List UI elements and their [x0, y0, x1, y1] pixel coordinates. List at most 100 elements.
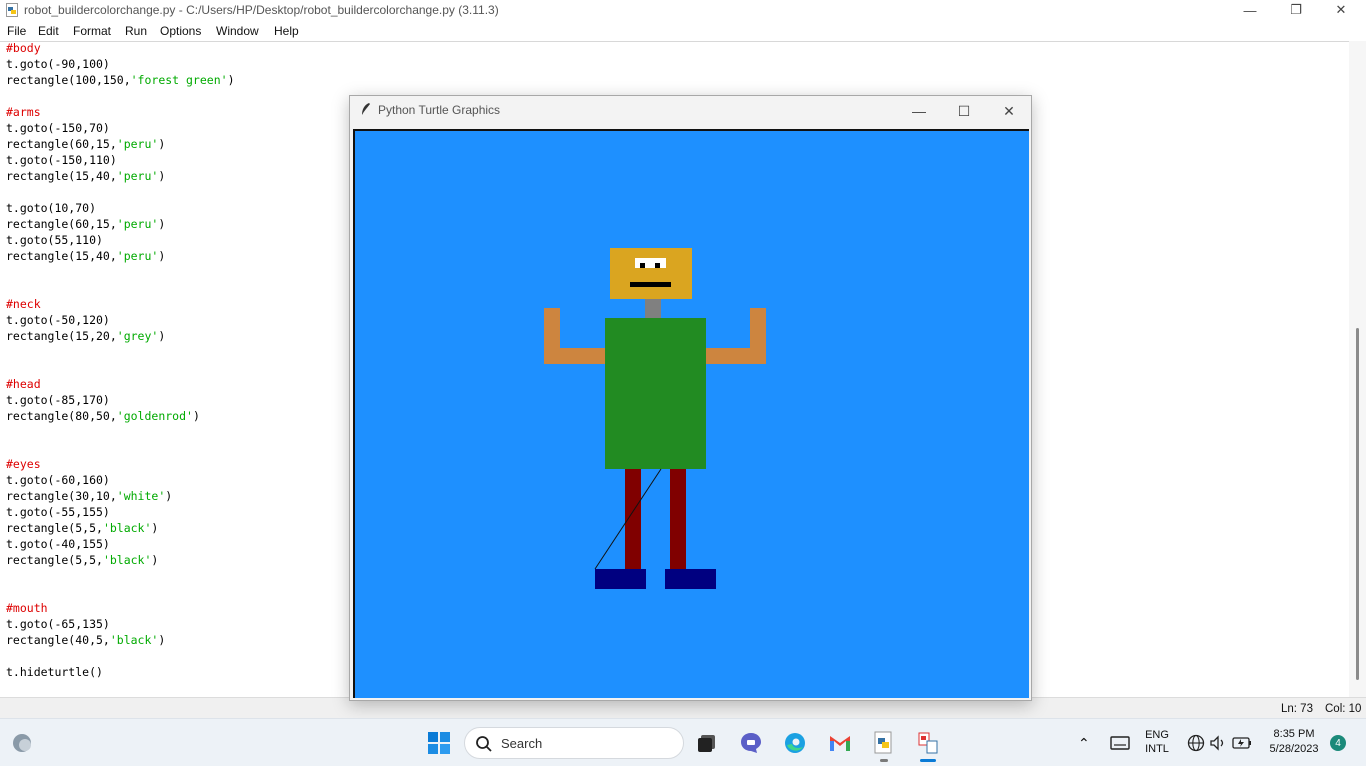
- close-button[interactable]: ✕: [1318, 0, 1364, 20]
- clock-date: 5/28/2023: [1269, 743, 1319, 755]
- code-string: 'peru': [116, 249, 159, 263]
- code-text: t.goto(-40,155): [6, 537, 110, 551]
- chat-icon[interactable]: [737, 729, 765, 757]
- keyboard-icon[interactable]: [1106, 729, 1134, 757]
- menu-edit[interactable]: Edit: [38, 24, 59, 38]
- code-text: t.goto(-150,110): [6, 153, 117, 167]
- menu-options[interactable]: Options: [160, 24, 201, 38]
- code-string: 'peru': [116, 137, 159, 151]
- code-line: t.goto(55,110): [6, 232, 103, 248]
- code-line: t.goto(-150,110): [6, 152, 117, 168]
- code-line: rectangle(15,40,'peru'): [6, 248, 165, 264]
- weather-icon[interactable]: [8, 729, 36, 757]
- code-line: t.goto(-50,120): [6, 312, 110, 328]
- battery-icon[interactable]: [1228, 729, 1256, 757]
- code-text: t.goto(-50,120): [6, 313, 110, 327]
- python-idle-icon[interactable]: [870, 729, 898, 757]
- code-line: t.goto(-90,100): [6, 56, 110, 72]
- code-line: #mouth: [6, 600, 48, 616]
- code-text: t.goto(-85,170): [6, 393, 110, 407]
- clock-time: 8:35 PM: [1273, 728, 1315, 740]
- scrollbar-thumb[interactable]: [1356, 328, 1359, 680]
- code-text: ): [227, 73, 235, 87]
- robot-head: [610, 248, 692, 299]
- code-text: t.goto(10,70): [6, 201, 97, 215]
- code-line: rectangle(100,150,'forest green'): [6, 72, 235, 88]
- turtle-close-button[interactable]: ✕: [986, 96, 1032, 126]
- robot-neck: [645, 299, 661, 319]
- feather-icon: [362, 103, 370, 115]
- code-string: 'black': [102, 553, 152, 567]
- language-indicator[interactable]: ENG INTL: [1142, 729, 1172, 755]
- code-text: ): [158, 137, 166, 151]
- task-view-icon[interactable]: [693, 729, 721, 757]
- menu-bar: File Edit Format Run Options Window Help: [0, 21, 1366, 41]
- code-line: t.goto(10,70): [6, 200, 96, 216]
- minimize-button[interactable]: —: [1227, 0, 1273, 20]
- code-line: #arms: [6, 104, 41, 120]
- search-label: Search: [501, 736, 543, 751]
- turtle-canvas: [353, 129, 1029, 698]
- robot-left-pupil: [640, 263, 645, 268]
- code-line: rectangle(80,50,'goldenrod'): [6, 408, 200, 424]
- edge-icon[interactable]: [781, 729, 809, 757]
- turtle-maximize-button[interactable]: ☐: [941, 96, 987, 126]
- code-string: 'forest green': [130, 73, 228, 87]
- windows-start-icon[interactable]: [425, 729, 453, 757]
- code-text: rectangle(30,10,: [6, 489, 117, 503]
- code-text: rectangle(15,40,: [6, 169, 117, 183]
- clock[interactable]: 8:35 PM 5/28/2023: [1262, 728, 1326, 755]
- status-line: Ln: 73: [1281, 703, 1313, 715]
- code-text: rectangle(40,5,: [6, 633, 110, 647]
- robot-left-foot: [595, 569, 646, 589]
- code-string: 'peru': [116, 217, 159, 231]
- turtle-graphics-window[interactable]: Python Turtle Graphics — ☐ ✕: [349, 95, 1032, 701]
- gmail-icon[interactable]: [826, 729, 854, 757]
- code-text: ): [151, 521, 159, 535]
- code-text: rectangle(100,150,: [6, 73, 131, 87]
- code-comment: #eyes: [6, 457, 41, 471]
- menu-run[interactable]: Run: [125, 24, 147, 38]
- turtle-active-indicator: [920, 759, 936, 762]
- code-line: rectangle(5,5,'black'): [6, 520, 158, 536]
- code-comment: #mouth: [6, 601, 48, 615]
- code-string: 'grey': [116, 329, 159, 343]
- notification-badge[interactable]: 4: [1330, 735, 1346, 751]
- robot-left-forearm: [544, 348, 606, 364]
- code-line: t.goto(-40,155): [6, 536, 110, 552]
- code-text: ): [158, 217, 166, 231]
- menu-window[interactable]: Window: [216, 24, 259, 38]
- taskbar: Search ⌃ ENG INTL 8:35 PM 5/28/2023 4: [0, 718, 1366, 766]
- code-text: t.goto(-150,70): [6, 121, 110, 135]
- code-line: #body: [6, 40, 41, 56]
- code-line: t.goto(-65,135): [6, 616, 110, 632]
- robot-mouth: [630, 282, 671, 287]
- show-hidden-icons-chevron-icon[interactable]: ⌃: [1078, 735, 1090, 752]
- taskbar-search[interactable]: Search: [464, 727, 684, 759]
- code-comment: #body: [6, 41, 41, 55]
- turtle-app-icon[interactable]: [914, 729, 942, 757]
- window-title: robot_buildercolorchange.py - C:/Users/H…: [24, 3, 499, 17]
- code-text: rectangle(5,5,: [6, 521, 103, 535]
- robot-right-foot: [665, 569, 716, 589]
- code-comment: #head: [6, 377, 41, 391]
- code-text: t.goto(55,110): [6, 233, 103, 247]
- code-line: #neck: [6, 296, 41, 312]
- code-text: rectangle(60,15,: [6, 137, 117, 151]
- code-string: 'black': [109, 633, 159, 647]
- code-line: rectangle(40,5,'black'): [6, 632, 165, 648]
- menu-file[interactable]: File: [7, 24, 26, 38]
- menu-format[interactable]: Format: [73, 24, 111, 38]
- code-text: ): [165, 489, 173, 503]
- code-line: #head: [6, 376, 41, 392]
- code-string: 'goldenrod': [116, 409, 193, 423]
- code-text: rectangle(15,40,: [6, 249, 117, 263]
- menu-help[interactable]: Help: [274, 24, 299, 38]
- robot-eyes-white: [635, 258, 666, 268]
- code-text: t.hideturtle(): [6, 665, 103, 679]
- turtle-minimize-button[interactable]: —: [896, 96, 942, 126]
- code-text: ): [158, 329, 166, 343]
- code-line: t.goto(-150,70): [6, 120, 110, 136]
- code-line: #eyes: [6, 456, 41, 472]
- restore-button[interactable]: ❐: [1273, 0, 1319, 20]
